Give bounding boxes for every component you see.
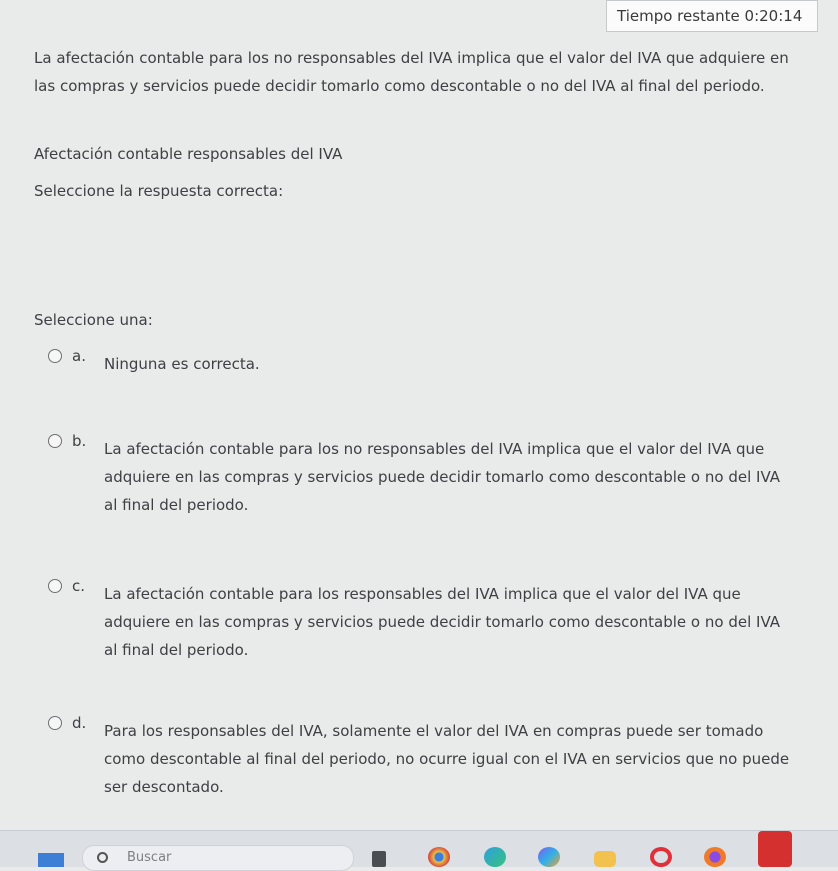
question-content: La afectación contable para los no respo… — [0, 0, 838, 830]
option-letter-b: b. — [72, 432, 87, 450]
option-text-a[interactable]: Ninguna es correcta. — [104, 350, 794, 378]
taskbar: Buscar — [0, 830, 838, 871]
question-title: Afectación contable responsables del IVA — [34, 145, 343, 163]
copilot-icon[interactable] — [538, 847, 560, 867]
search-icon — [97, 852, 108, 863]
option-text-d[interactable]: Para los responsables del IVA, solamente… — [104, 717, 794, 801]
firefox-icon[interactable] — [704, 847, 726, 867]
opera-icon[interactable] — [650, 847, 672, 867]
radio-button-b[interactable] — [48, 434, 62, 448]
task-view-icon[interactable] — [372, 851, 386, 867]
option-letter-c: c. — [72, 577, 86, 595]
option-letter-a: a. — [72, 347, 86, 365]
question-prompt: Seleccione la respuesta correcta: — [34, 182, 284, 200]
taskbar-search-box[interactable]: Buscar — [82, 845, 354, 871]
select-one-label: Seleccione una: — [34, 311, 153, 329]
taskbar-search-placeholder: Buscar — [127, 850, 172, 865]
option-text-b[interactable]: La afectación contable para los no respo… — [104, 435, 794, 519]
option-letter-d: d. — [72, 714, 87, 732]
windows-start-icon[interactable] — [38, 853, 64, 867]
option-text-c[interactable]: La afectación contable para los responsa… — [104, 580, 794, 664]
acrobat-icon[interactable] — [758, 831, 792, 867]
radio-button-a[interactable] — [48, 349, 62, 363]
question-text: La afectación contable para los no respo… — [34, 49, 789, 95]
edge-icon[interactable] — [484, 847, 506, 867]
radio-button-d[interactable] — [48, 716, 62, 730]
chrome-icon[interactable] — [428, 847, 450, 867]
folder-icon[interactable] — [594, 851, 616, 867]
radio-button-c[interactable] — [48, 579, 62, 593]
